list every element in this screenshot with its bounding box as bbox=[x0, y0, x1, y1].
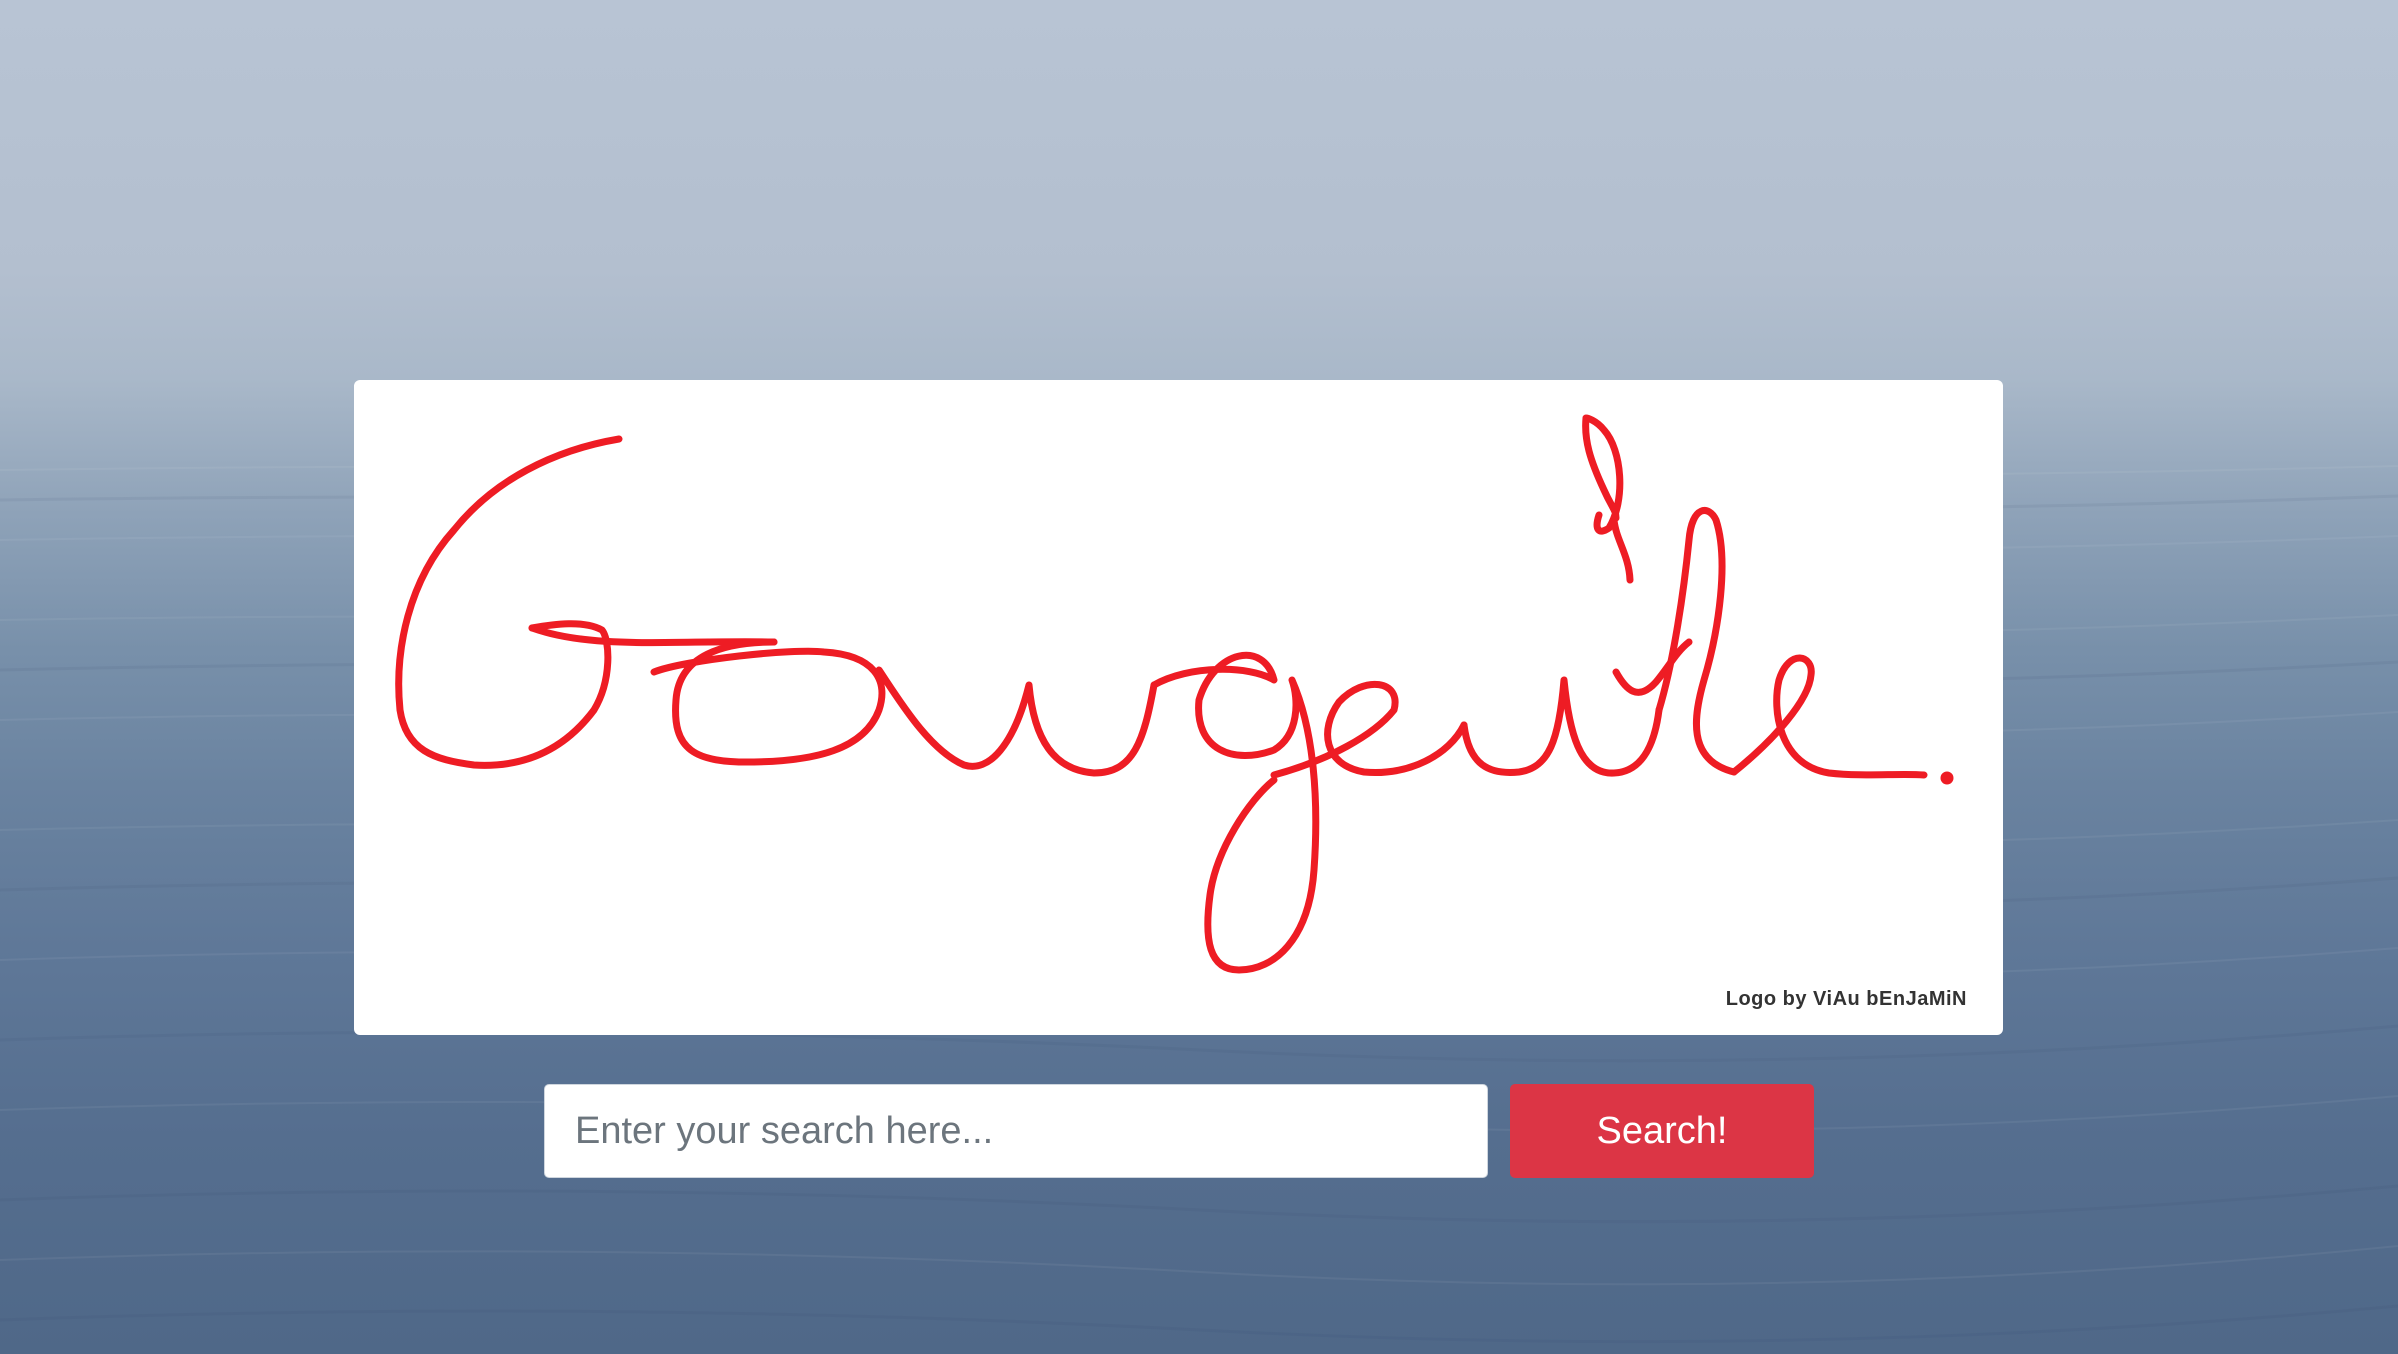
search-input[interactable] bbox=[544, 1084, 1488, 1178]
search-bar: Search! bbox=[544, 1084, 1814, 1178]
logo-card: Logo by ViAu bEnJaMiN bbox=[354, 380, 2003, 1035]
logo-credit: Logo by ViAu bEnJaMiN bbox=[1725, 988, 1967, 1010]
search-button[interactable]: Search! bbox=[1510, 1084, 1814, 1178]
gougeule-logo bbox=[395, 414, 1954, 974]
